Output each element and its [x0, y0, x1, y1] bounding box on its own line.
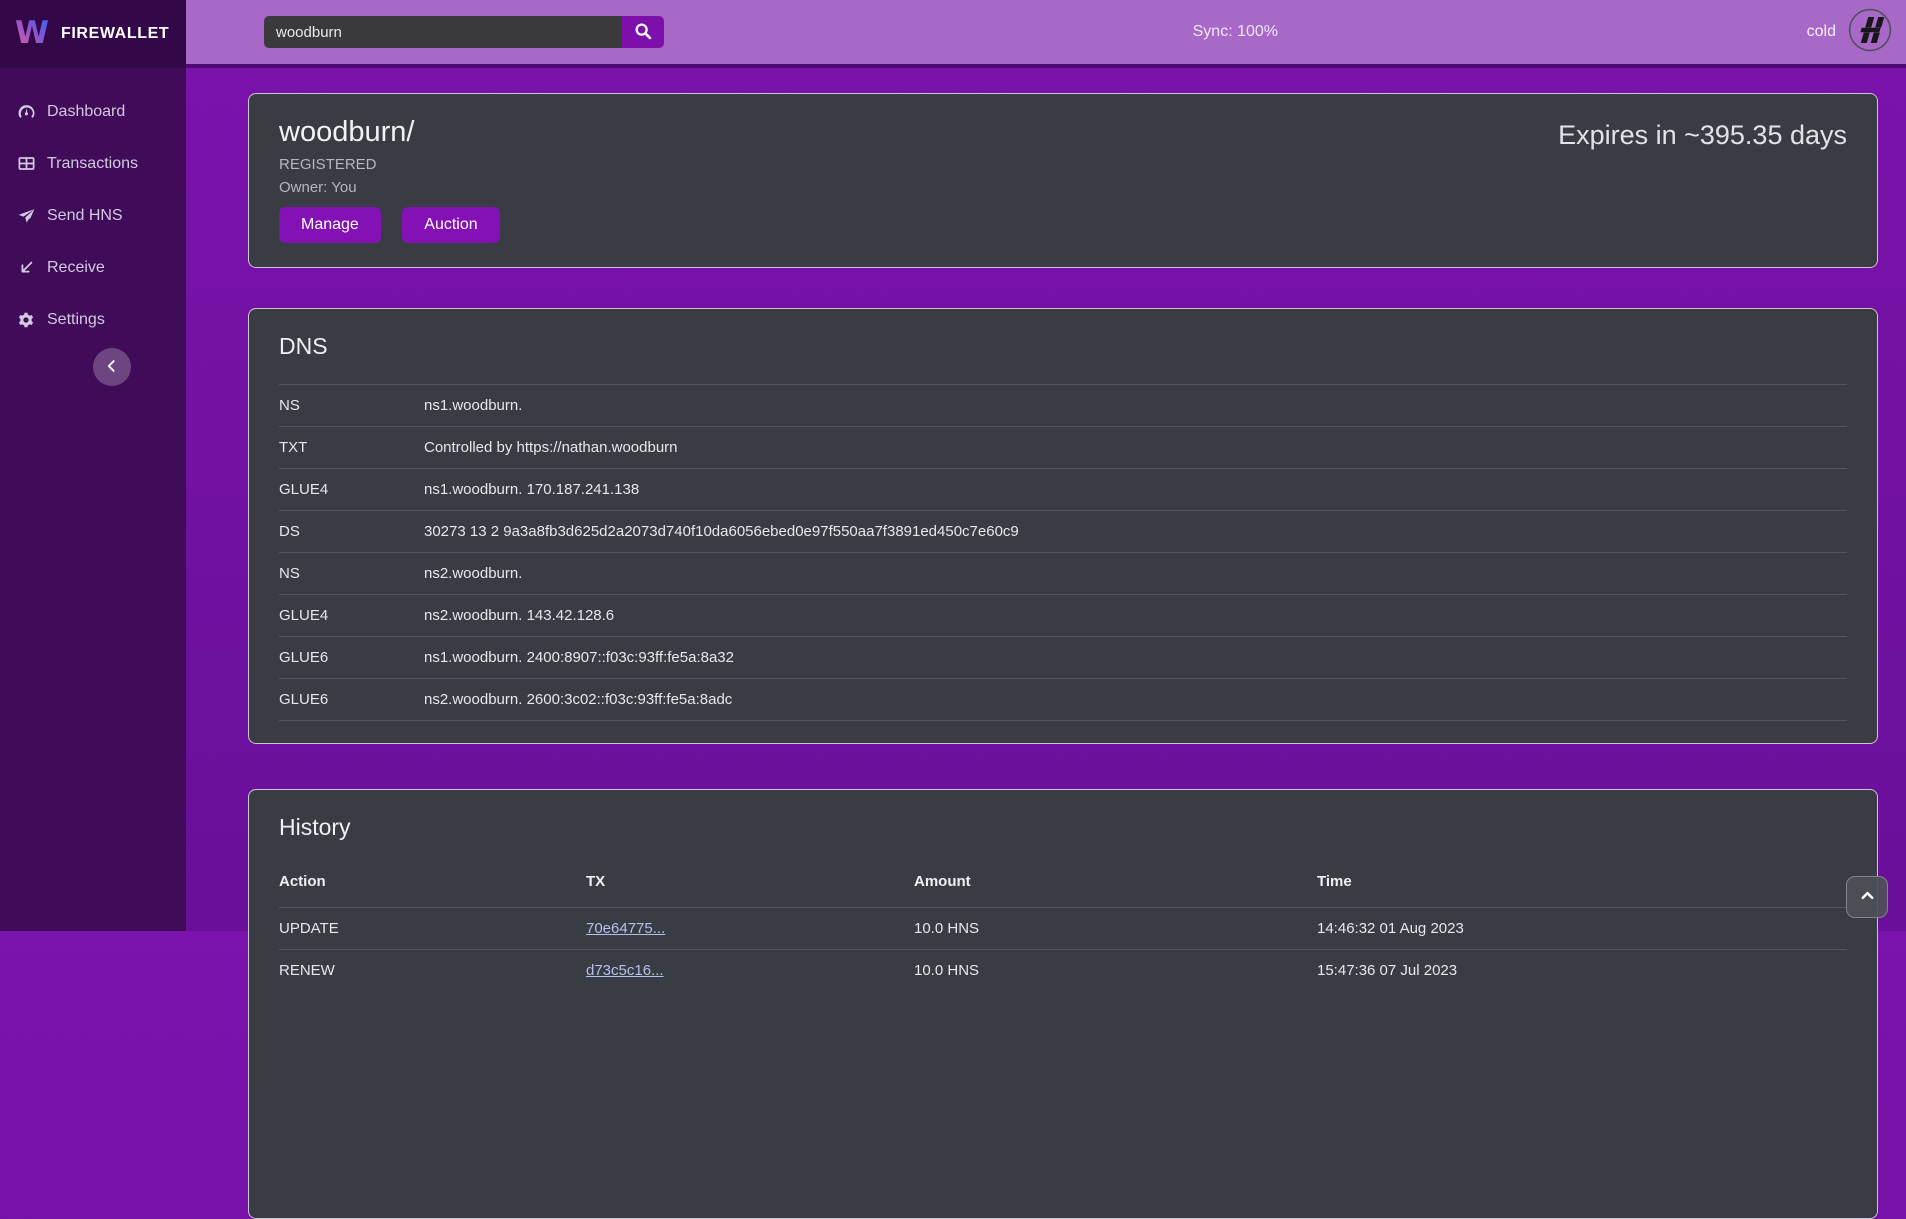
auction-button[interactable]: Auction — [402, 207, 499, 243]
table-icon — [16, 154, 36, 174]
magnifier-icon — [633, 21, 653, 44]
dns-record-type: NS — [279, 385, 424, 427]
dns-record-row: GLUE6 ns1.woodburn. 2400:8907::f03c:93ff… — [279, 637, 1847, 679]
dns-record-value: 30273 13 2 9a3a8fb3d625d2a2073d740f10da6… — [424, 511, 1847, 553]
dns-record-type: GLUE6 — [279, 637, 424, 679]
dns-title: DNS — [279, 333, 1847, 360]
dns-record-value: ns2.woodburn. 2600:3c02::f03c:93ff:fe5a:… — [424, 679, 1847, 721]
svg-text:W: W — [15, 14, 49, 50]
history-amount: 10.0 HNS — [914, 950, 1317, 992]
dns-record-row: NS ns1.woodburn. — [279, 385, 1847, 427]
dns-record-value: ns1.woodburn. 170.187.241.138 — [424, 469, 1847, 511]
search-group — [264, 16, 664, 48]
dns-record-type: DS — [279, 511, 424, 553]
history-action: UPDATE — [279, 908, 586, 950]
history-column-action: Action — [279, 865, 586, 908]
gauge-icon — [16, 102, 36, 122]
sidebar-nav: Dashboard Transactions Send HNS — [0, 68, 186, 333]
scroll-to-top-button[interactable] — [1846, 876, 1888, 918]
history-action: RENEW — [279, 950, 586, 992]
sidebar-item-label: Settings — [47, 311, 105, 329]
firewallet-logo-icon: W — [12, 12, 52, 57]
dns-record-value: ns2.woodburn. 143.42.128.6 — [424, 595, 1847, 637]
handshake-logo-icon — [1848, 8, 1892, 57]
dns-record-value: ns2.woodburn. — [424, 553, 1847, 595]
dns-table: NS ns1.woodburn. TXT Controlled by https… — [279, 384, 1847, 721]
arrow-down-left-icon — [16, 258, 36, 278]
domain-info: woodburn/ REGISTERED Owner: You Manage A… — [279, 116, 517, 243]
dns-record-type: NS — [279, 553, 424, 595]
history-time: 15:47:36 07 Jul 2023 — [1317, 950, 1847, 992]
sidebar-item-label: Dashboard — [47, 103, 125, 121]
dns-record-type: GLUE6 — [279, 679, 424, 721]
history-column-tx: TX — [586, 865, 914, 908]
dns-record-row: GLUE4 ns1.woodburn. 170.187.241.138 — [279, 469, 1847, 511]
sidebar: W FIREWALLET Dashboard Transactions — [0, 0, 186, 931]
search-input[interactable] — [264, 16, 622, 48]
tx-link[interactable]: d73c5c16... — [586, 962, 664, 979]
wallet-selector[interactable]: cold — [1807, 8, 1892, 57]
history-title: History — [279, 814, 1847, 841]
history-amount: 10.0 HNS — [914, 908, 1317, 950]
dns-record-type: GLUE4 — [279, 595, 424, 637]
dns-record-row: DS 30273 13 2 9a3a8fb3d625d2a2073d740f10… — [279, 511, 1847, 553]
dns-record-row: GLUE6 ns2.woodburn. 2600:3c02::f03c:93ff… — [279, 679, 1847, 721]
dns-record-value: ns1.woodburn. 2400:8907::f03c:93ff:fe5a:… — [424, 637, 1847, 679]
sidebar-item-dashboard[interactable]: Dashboard — [16, 98, 186, 125]
history-row: UPDATE 70e64775... 10.0 HNS 14:46:32 01 … — [279, 908, 1847, 950]
manage-button[interactable]: Manage — [279, 207, 381, 243]
dns-record-row: GLUE4 ns2.woodburn. 143.42.128.6 — [279, 595, 1847, 637]
main-content: woodburn/ REGISTERED Owner: You Manage A… — [248, 68, 1878, 1219]
dns-record-row: TXT Controlled by https://nathan.woodbur… — [279, 427, 1847, 469]
brand-name: FIREWALLET — [61, 25, 169, 43]
sidebar-item-label: Transactions — [47, 155, 138, 173]
domain-actions: Manage Auction — [279, 207, 517, 243]
tx-link[interactable]: 70e64775... — [586, 920, 665, 937]
dns-record-type: TXT — [279, 427, 424, 469]
domain-owner: Owner: You — [279, 179, 517, 196]
sidebar-collapse-button[interactable] — [93, 348, 131, 386]
history-column-amount: Amount — [914, 865, 1317, 908]
logo-header: W FIREWALLET — [0, 0, 186, 68]
sidebar-item-label: Send HNS — [47, 207, 123, 225]
paper-plane-icon — [16, 206, 36, 226]
history-time: 14:46:32 01 Aug 2023 — [1317, 908, 1847, 950]
sidebar-item-send-hns[interactable]: Send HNS — [16, 202, 186, 229]
expires-label: Expires in ~395.35 days — [1558, 120, 1847, 151]
search-button[interactable] — [622, 16, 664, 48]
history-row: RENEW d73c5c16... 10.0 HNS 15:47:36 07 J… — [279, 950, 1847, 992]
chevron-up-icon — [1859, 887, 1876, 907]
dns-card: DNS NS ns1.woodburn. TXT Controlled by h… — [248, 308, 1878, 744]
sidebar-item-settings[interactable]: Settings — [16, 306, 186, 333]
dns-record-type: GLUE4 — [279, 469, 424, 511]
domain-name: woodburn/ — [279, 116, 517, 149]
wallet-name: cold — [1807, 23, 1836, 41]
sidebar-item-label: Receive — [47, 259, 105, 277]
history-header-row: Action TX Amount Time — [279, 865, 1847, 908]
dns-record-value: ns1.woodburn. — [424, 385, 1847, 427]
dns-record-value: Controlled by https://nathan.woodburn — [424, 427, 1847, 469]
sidebar-item-transactions[interactable]: Transactions — [16, 150, 186, 177]
dns-record-row: NS ns2.woodburn. — [279, 553, 1847, 595]
domain-card: woodburn/ REGISTERED Owner: You Manage A… — [248, 93, 1878, 268]
chevron-left-icon — [104, 358, 120, 377]
history-card: History Action TX Amount Time UPDATE 70e… — [248, 789, 1878, 1219]
sidebar-item-receive[interactable]: Receive — [16, 254, 186, 281]
history-column-time: Time — [1317, 865, 1847, 908]
history-table: Action TX Amount Time UPDATE 70e64775...… — [279, 865, 1847, 991]
gear-icon — [16, 310, 36, 330]
topbar: Sync: 100% cold — [186, 0, 1906, 68]
domain-status: REGISTERED — [279, 156, 517, 173]
sync-status: Sync: 100% — [1193, 23, 1278, 41]
